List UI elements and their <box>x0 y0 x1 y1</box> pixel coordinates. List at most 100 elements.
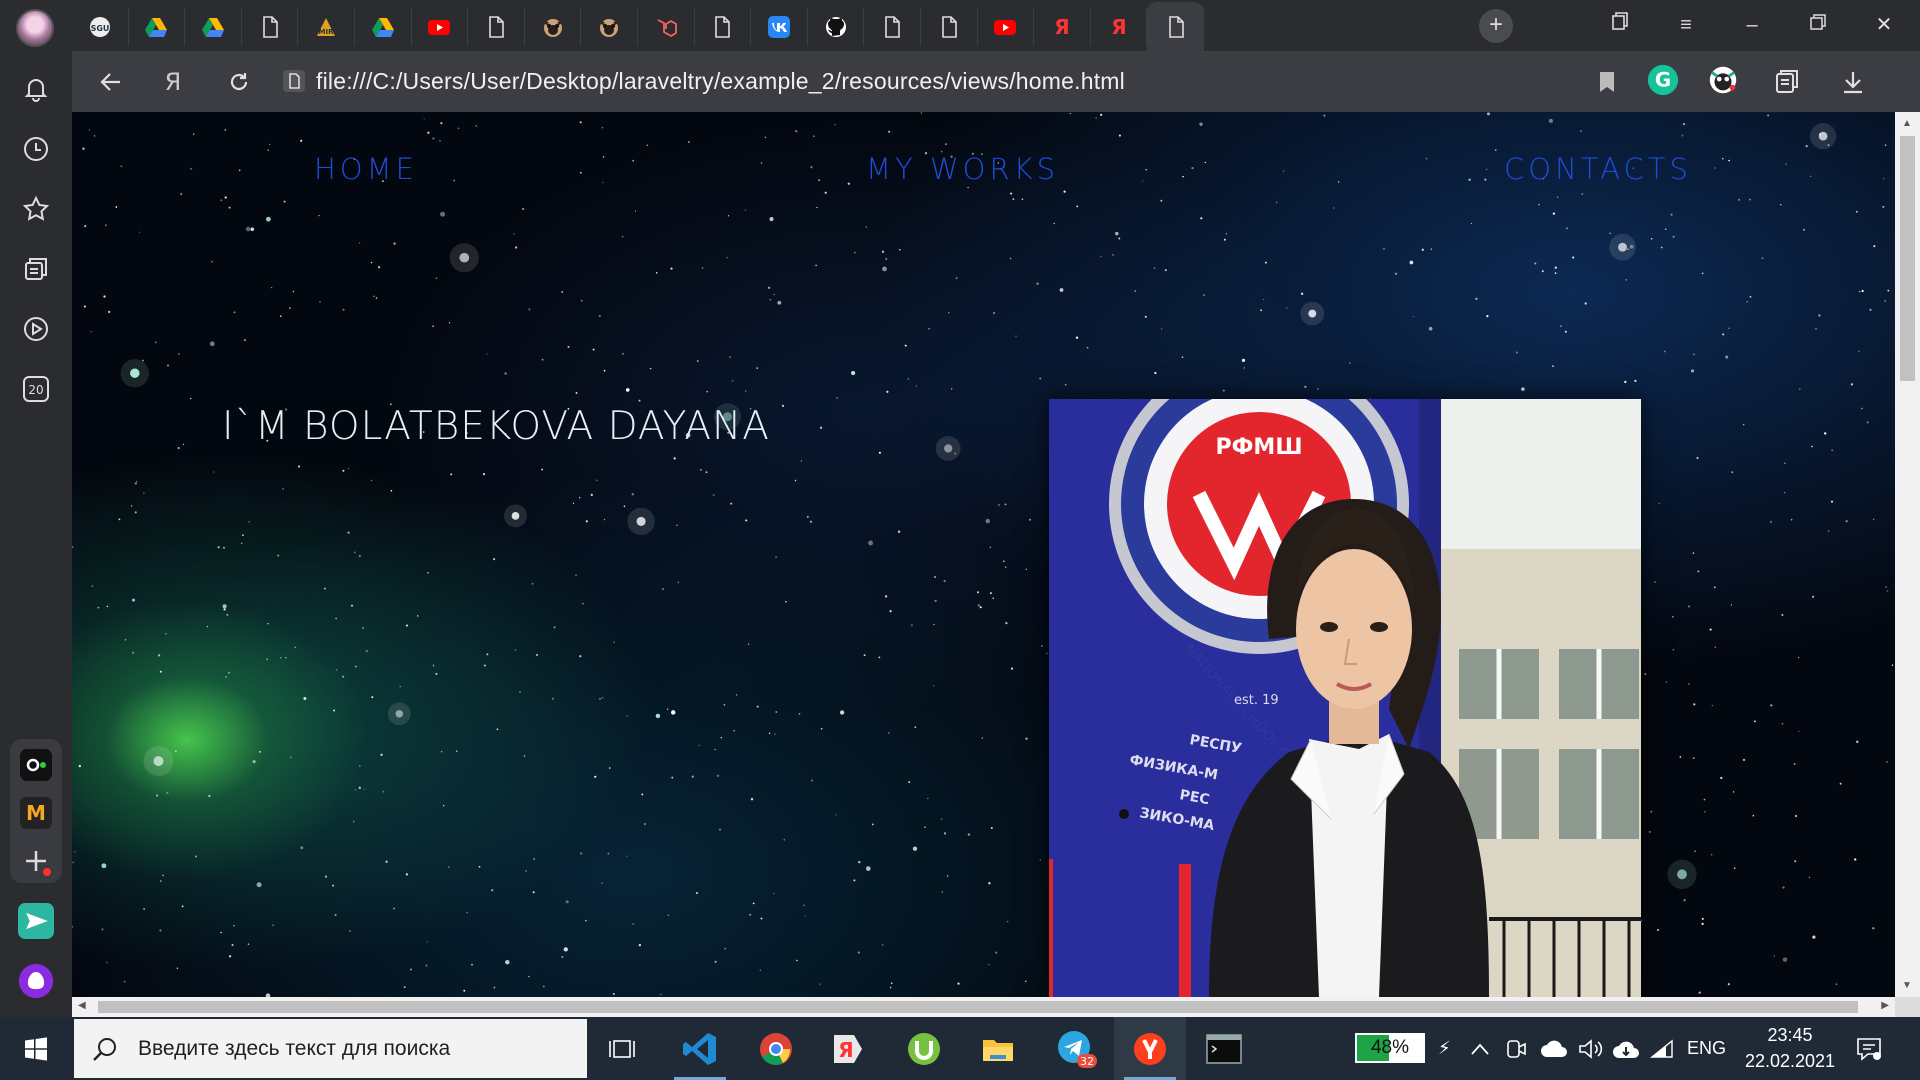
windows-start-icon[interactable] <box>0 1017 72 1080</box>
onedrive-cloud-icon[interactable] <box>1540 1017 1568 1080</box>
telegram-taskbar-icon[interactable]: 32 <box>1040 1017 1112 1080</box>
browser-tab-active[interactable] <box>1147 2 1204 51</box>
nav-my-works-link[interactable]: MY WORKS <box>866 152 1059 186</box>
vertical-scrollbar[interactable]: ▲ ▼ <box>1895 112 1920 997</box>
file-explorer-taskbar-icon[interactable] <box>962 1017 1034 1080</box>
clock-date: 22.02.2021 <box>1744 1051 1836 1071</box>
svg-text:G: G <box>1655 69 1671 92</box>
browser-tab[interactable] <box>864 8 921 46</box>
youtube-icon <box>994 16 1017 38</box>
url-text[interactable]: file:///C:/Users/User/Desktop/laraveltry… <box>316 68 1125 95</box>
meet-now-icon[interactable] <box>1505 1017 1527 1080</box>
vscode-taskbar-icon[interactable] <box>664 1017 736 1080</box>
history-clock-icon[interactable] <box>18 131 54 167</box>
nav-contacts-link[interactable]: CONTACTS <box>1504 152 1692 186</box>
restore-icon[interactable] <box>1798 10 1838 40</box>
browser-tab[interactable]: Я <box>1091 8 1148 46</box>
browser-tab[interactable] <box>978 8 1035 46</box>
grammarly-icon[interactable]: G <box>1646 63 1680 97</box>
yandex-home-icon[interactable]: Я <box>156 65 190 99</box>
scrollbar-corner <box>1895 997 1920 1017</box>
sidebar-counter-badge: 20 <box>28 383 43 397</box>
browser-tab[interactable]: Я <box>1034 8 1091 46</box>
collections-icon[interactable] <box>1600 10 1640 40</box>
browser-tab[interactable] <box>525 8 582 46</box>
scroll-down-arrow-icon[interactable]: ▼ <box>1902 980 1912 991</box>
back-arrow-icon[interactable] <box>94 65 128 99</box>
alice-voice-icon[interactable] <box>18 963 54 999</box>
pug-extension-icon[interactable] <box>1706 63 1740 97</box>
messenger-app-icon[interactable] <box>18 903 54 939</box>
clock-time: 23:45 <box>1767 1025 1813 1045</box>
notifications-bell-icon[interactable] <box>18 71 54 107</box>
battery-indicator[interactable]: 48% <box>1355 1033 1425 1063</box>
nav-home-link[interactable]: HOME <box>314 152 418 186</box>
action-center-notifications-icon[interactable] <box>1856 1017 1882 1080</box>
reload-icon[interactable] <box>222 65 256 99</box>
market-app-icon[interactable]: M <box>18 795 54 831</box>
scroll-left-arrow-icon[interactable]: ◀ <box>78 1000 86 1011</box>
profile-avatar[interactable] <box>16 9 54 47</box>
new-tab-button[interactable]: + <box>1479 9 1513 43</box>
browser-tab[interactable]: MIR <box>298 8 355 46</box>
browser-tab[interactable] <box>355 8 412 46</box>
google-drive-icon <box>145 16 168 38</box>
browser-tab-strip: SGU MIR Я Я + ≡ – ✕ <box>0 0 1920 51</box>
browser-tab[interactable] <box>921 8 978 46</box>
taskbar-search-box[interactable]: Введите здесь текст для поиска <box>74 1019 587 1078</box>
input-language[interactable]: ENG <box>1687 1017 1726 1080</box>
emblem-est-text: est. 19 <box>1234 693 1279 708</box>
reading-mode-icon[interactable] <box>1770 65 1804 99</box>
close-icon[interactable]: ✕ <box>1864 10 1904 40</box>
browser-tab[interactable]: SGU <box>72 8 129 46</box>
page-icon <box>881 16 903 38</box>
browser-tab[interactable] <box>581 8 638 46</box>
minimize-icon[interactable]: – <box>1732 10 1772 40</box>
add-app-icon[interactable] <box>18 843 54 879</box>
utorrent-taskbar-icon[interactable] <box>888 1017 960 1080</box>
browser-tab[interactable] <box>695 8 752 46</box>
svg-text:Я: Я <box>1111 16 1126 38</box>
profile-photo: РФМШ NATIONAL SCHOOL OF PH est. 19 РЕСПУ… <box>1049 399 1641 997</box>
system-clock[interactable]: 23:45 22.02.2021 <box>1735 1022 1845 1074</box>
page-icon <box>711 16 733 38</box>
browser-tab[interactable] <box>808 8 865 46</box>
terminal-taskbar-icon[interactable] <box>1188 1017 1260 1080</box>
video-play-icon[interactable] <box>18 311 54 347</box>
browser-tab[interactable] <box>468 8 525 46</box>
yandex-taskbar-icon[interactable] <box>1114 1017 1186 1080</box>
address-bar[interactable]: file:///C:/Users/User/Desktop/laraveltry… <box>282 61 1482 101</box>
collections-cards-icon[interactable] <box>18 251 54 287</box>
task-view-icon[interactable] <box>587 1017 659 1080</box>
zen-counter-icon[interactable]: 20 <box>18 371 54 407</box>
browser-tab[interactable] <box>412 8 469 46</box>
horizontal-scroll-thumb[interactable] <box>98 1001 1858 1013</box>
bookmark-icon[interactable] <box>1590 65 1624 99</box>
file-page-icon <box>283 70 305 92</box>
alice-app-icon[interactable] <box>18 747 54 783</box>
vertical-scroll-thumb[interactable] <box>1900 136 1915 381</box>
browser-tab[interactable] <box>185 8 242 46</box>
bookmarks-star-icon[interactable] <box>18 191 54 227</box>
scroll-right-arrow-icon[interactable]: ▶ <box>1881 1000 1889 1011</box>
pug-icon <box>542 16 564 38</box>
chrome-taskbar-icon[interactable] <box>740 1017 812 1080</box>
yandex-browser-taskbar-icon[interactable]: Я <box>812 1017 884 1080</box>
windows-taskbar: Введите здесь текст для поиска Я 32 48% … <box>0 1017 1920 1080</box>
browser-tab[interactable] <box>751 8 808 46</box>
yandex-icon: Я <box>1108 16 1130 38</box>
browser-tab[interactable] <box>638 8 695 46</box>
google-drive-icon <box>201 16 224 38</box>
show-hidden-icons-chevron-icon[interactable] <box>1470 1017 1490 1080</box>
menu-icon[interactable]: ≡ <box>1666 10 1706 40</box>
laravel-icon <box>655 16 677 38</box>
cloud-sync-icon[interactable] <box>1612 1017 1640 1080</box>
download-icon[interactable] <box>1836 65 1870 99</box>
horizontal-scrollbar[interactable]: ◀ ▶ <box>72 997 1895 1017</box>
wifi-icon[interactable] <box>1650 1017 1674 1080</box>
browser-tab[interactable] <box>129 8 186 46</box>
volume-speaker-icon[interactable] <box>1578 1017 1604 1080</box>
search-placeholder: Введите здесь текст для поиска <box>138 1036 451 1060</box>
scroll-up-arrow-icon[interactable]: ▲ <box>1902 118 1912 129</box>
browser-tab[interactable] <box>242 8 299 46</box>
